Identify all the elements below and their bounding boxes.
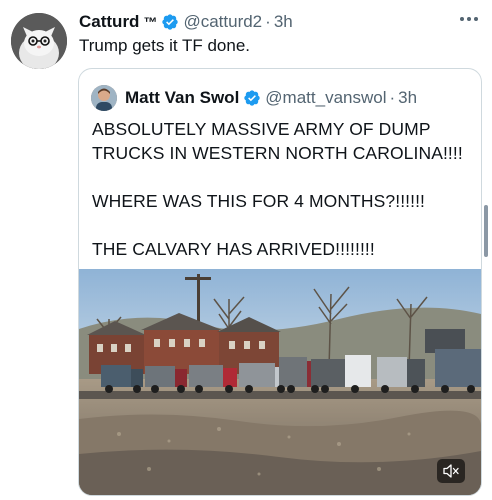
cat-avatar-icon: [11, 13, 67, 69]
separator-dot: ·: [389, 88, 396, 107]
dump-trucks-video-thumbnail: [79, 269, 481, 495]
mute-button[interactable]: [437, 459, 465, 483]
author-avatar[interactable]: [11, 13, 67, 69]
person-avatar-icon: [91, 85, 117, 111]
verified-badge-icon[interactable]: [243, 89, 261, 107]
video-media[interactable]: [79, 269, 481, 495]
scrollbar-thumb[interactable]: [484, 205, 488, 257]
verified-badge-icon[interactable]: [161, 13, 179, 31]
quoted-author-handle[interactable]: @matt_vanswol: [265, 88, 386, 108]
quoted-tweet[interactable]: Matt Van Swol @matt_vanswol · 3h ABSOLUT…: [78, 68, 482, 496]
quoted-avatar[interactable]: [91, 85, 117, 111]
tweet-text: Trump gets it TF done.: [79, 36, 251, 55]
timestamp[interactable]: 3h: [274, 12, 293, 32]
mute-icon: [443, 464, 459, 478]
quoted-header: Matt Van Swol @matt_vanswol · 3h: [91, 85, 417, 111]
quoted-author-name[interactable]: Matt Van Swol: [125, 88, 239, 108]
quoted-text: ABSOLUTELY MASSIVE ARMY OF DUMP TRUCKS I…: [92, 117, 477, 261]
ellipsis-icon: [460, 17, 478, 21]
separator-dot: ·: [265, 12, 271, 31]
author-name[interactable]: Catturd: [79, 12, 139, 32]
author-handle[interactable]: @catturd2: [183, 12, 262, 32]
quoted-text-line: ABSOLUTELY MASSIVE ARMY OF DUMP: [92, 119, 431, 139]
quoted-text-line: THE CALVARY HAS ARRIVED!!!!!!!!: [92, 239, 375, 259]
quoted-text-line: TRUCKS IN WESTERN NORTH CAROLINA!!!!: [92, 143, 463, 163]
more-options-button[interactable]: [458, 10, 480, 28]
quoted-text-line: WHERE WAS THIS FOR 4 MONTHS?!!!!!!: [92, 191, 426, 211]
quoted-timestamp[interactable]: 3h: [398, 88, 417, 108]
tweet-header: Catturd ™ @catturd2 · 3h: [79, 11, 472, 33]
trademark-symbol: ™: [143, 14, 158, 30]
